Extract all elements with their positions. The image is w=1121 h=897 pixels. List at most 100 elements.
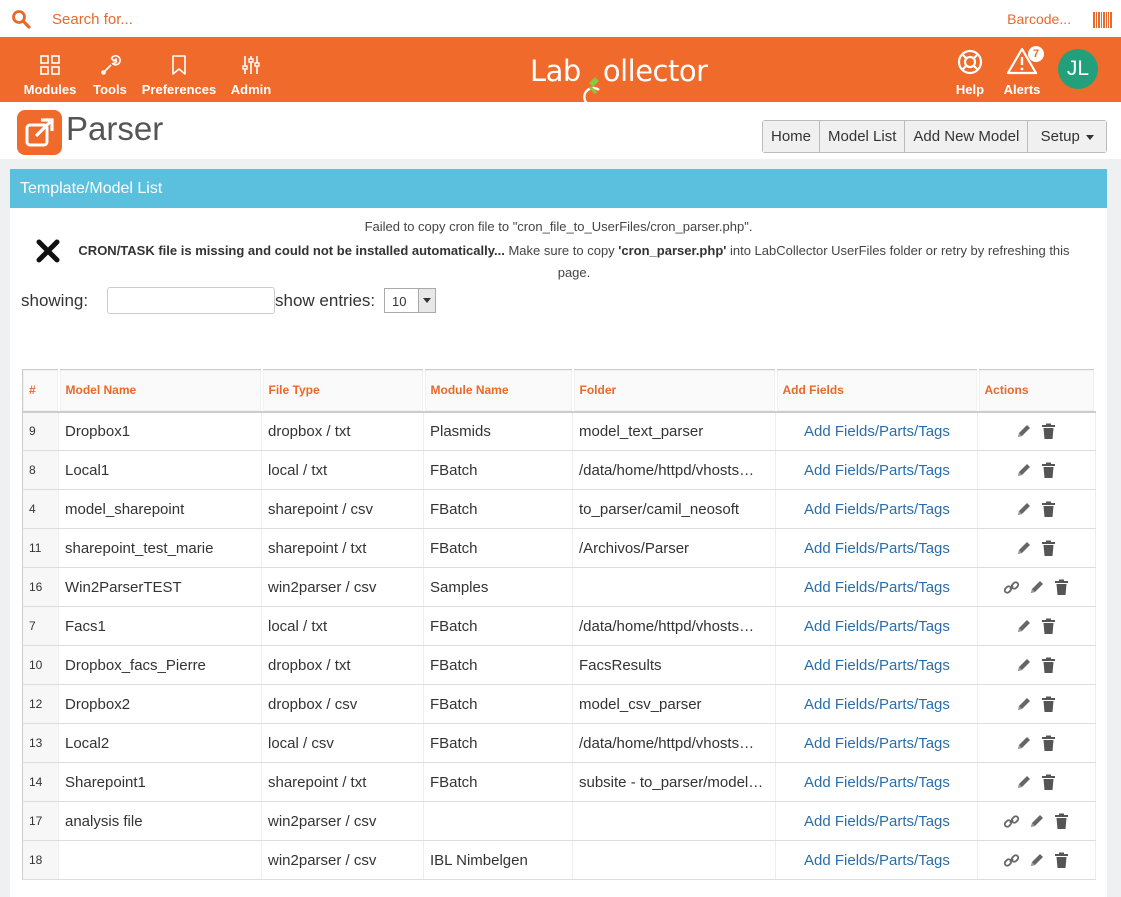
- nav-admin[interactable]: Admin: [226, 37, 276, 102]
- nav-tools[interactable]: Tools: [88, 37, 132, 102]
- row-id: 16: [22, 567, 59, 607]
- edit-pencil-icon[interactable]: [1015, 657, 1032, 674]
- barcode-link[interactable]: Barcode...: [1007, 11, 1071, 27]
- table-row[interactable]: 7 Facs1 local / txt FBatch/data/home/httpd/…: [22, 606, 1096, 646]
- table-row[interactable]: 17 analysis file win2parser / csv Add Field…: [22, 801, 1096, 841]
- model-list-button[interactable]: Model List: [820, 121, 906, 152]
- table-row[interactable]: 16 Win2ParserTEST win2parser / csv Samples A…: [22, 567, 1096, 607]
- logo-text-left: Lab: [530, 54, 581, 88]
- search-input[interactable]: [44, 6, 644, 32]
- table-row[interactable]: 18 win2parser / csv IBL Nimbelgen Add Field…: [22, 840, 1096, 880]
- add-fields-link[interactable]: Add Fields/Parts/Tags: [775, 489, 978, 529]
- col-file-type[interactable]: File Type: [261, 369, 425, 413]
- edit-pencil-icon[interactable]: [1028, 813, 1045, 830]
- row-file-type: sharepoint / txt: [261, 528, 424, 568]
- table-row[interactable]: 12 Dropbox2 dropbox / csv FBatch model_csv_p…: [22, 684, 1096, 724]
- trash-icon[interactable]: [1053, 579, 1070, 596]
- nav-tools-label: Tools: [93, 82, 127, 97]
- col-actions[interactable]: Actions: [977, 369, 1096, 413]
- edit-pencil-icon[interactable]: [1015, 696, 1032, 713]
- search-icon[interactable]: [11, 9, 31, 29]
- nav-modules[interactable]: Modules: [18, 37, 82, 102]
- model-table: # Model Name File Type Module Name Folde…: [22, 369, 1096, 880]
- table-row[interactable]: 4 model_sharepoint sharepoint / csv FBatch t…: [22, 489, 1096, 529]
- edit-pencil-icon[interactable]: [1015, 540, 1032, 557]
- trash-icon[interactable]: [1040, 696, 1057, 713]
- trash-icon[interactable]: [1040, 501, 1057, 518]
- table-row[interactable]: 14 Sharepoint1 sharepoint / txt FBatch subsi…: [22, 762, 1096, 802]
- row-folder: /data/home/httpd/vhosts…: [572, 606, 776, 646]
- col-module-name[interactable]: Module Name: [423, 369, 574, 413]
- link-icon[interactable]: [1003, 852, 1020, 869]
- setup-dropdown-button[interactable]: Setup: [1028, 121, 1107, 152]
- row-id: 11: [22, 528, 59, 568]
- edit-pencil-icon[interactable]: [1015, 774, 1032, 791]
- nav-help[interactable]: Help: [946, 37, 994, 102]
- edit-pencil-icon[interactable]: [1015, 462, 1032, 479]
- row-actions: [977, 567, 1096, 607]
- row-id: 4: [22, 489, 59, 529]
- trash-icon[interactable]: [1040, 657, 1057, 674]
- barcode-icon[interactable]: [1093, 12, 1112, 28]
- user-avatar[interactable]: JL: [1058, 49, 1098, 89]
- trash-icon[interactable]: [1053, 813, 1070, 830]
- showing-filter-input[interactable]: [107, 287, 275, 314]
- edit-pencil-icon[interactable]: [1015, 618, 1032, 635]
- add-fields-link[interactable]: Add Fields/Parts/Tags: [775, 606, 978, 646]
- link-icon[interactable]: [1003, 579, 1020, 596]
- col-add-fields[interactable]: Add Fields: [775, 369, 979, 413]
- lifebuoy-icon: [957, 49, 983, 75]
- row-module-name: Samples: [423, 567, 573, 607]
- add-fields-link[interactable]: Add Fields/Parts/Tags: [775, 528, 978, 568]
- edit-pencil-icon[interactable]: [1015, 423, 1032, 440]
- table-row[interactable]: 10 Dropbox_facs_Pierre dropbox / txt FBatch…: [22, 645, 1096, 685]
- trash-icon[interactable]: [1040, 774, 1057, 791]
- trash-icon[interactable]: [1040, 423, 1057, 440]
- trash-icon[interactable]: [1053, 852, 1070, 869]
- row-actions: [977, 450, 1096, 490]
- col-number[interactable]: #: [22, 369, 60, 413]
- row-file-type: local / csv: [261, 723, 424, 763]
- edit-pencil-icon[interactable]: [1028, 852, 1045, 869]
- row-id: 7: [22, 606, 59, 646]
- edit-pencil-icon[interactable]: [1015, 501, 1032, 518]
- row-module-name: FBatch: [423, 762, 573, 802]
- add-fields-link[interactable]: Add Fields/Parts/Tags: [775, 801, 978, 841]
- entries-select[interactable]: 10: [384, 288, 436, 313]
- link-icon[interactable]: [1003, 813, 1020, 830]
- table-row[interactable]: 13 Local2 local / csv FBatch/data/home/http…: [22, 723, 1096, 763]
- trash-icon[interactable]: [1040, 540, 1057, 557]
- edit-pencil-icon[interactable]: [1028, 579, 1045, 596]
- row-file-type: win2parser / csv: [261, 567, 424, 607]
- row-id: 12: [22, 684, 59, 724]
- add-fields-link[interactable]: Add Fields/Parts/Tags: [775, 645, 978, 685]
- add-fields-link[interactable]: Add Fields/Parts/Tags: [775, 684, 978, 724]
- trash-icon[interactable]: [1040, 618, 1057, 635]
- trash-icon[interactable]: [1040, 462, 1057, 479]
- add-fields-link[interactable]: Add Fields/Parts/Tags: [775, 567, 978, 607]
- bookmark-icon: [172, 55, 186, 75]
- table-row[interactable]: 9 Dropbox1 dropbox / txt Plasmids model_text…: [22, 411, 1096, 451]
- row-folder: /Archivos/Parser: [572, 528, 776, 568]
- labcollector-logo[interactable]: Lab ollector: [530, 54, 708, 108]
- page-title: Parser: [66, 110, 164, 147]
- add-fields-link[interactable]: Add Fields/Parts/Tags: [775, 840, 978, 880]
- add-fields-link[interactable]: Add Fields/Parts/Tags: [775, 450, 978, 490]
- trash-icon[interactable]: [1040, 735, 1057, 752]
- row-folder: /data/home/httpd/vhosts…: [572, 450, 776, 490]
- row-folder: subsite - to_parser/model…: [572, 762, 776, 802]
- table-row[interactable]: 11 sharepoint_test_marie sharepoint / txt F…: [22, 528, 1096, 568]
- logo-text-right: ollector: [602, 54, 708, 88]
- add-fields-link[interactable]: Add Fields/Parts/Tags: [775, 762, 978, 802]
- showing-label: showing:: [21, 291, 89, 310]
- add-fields-link[interactable]: Add Fields/Parts/Tags: [775, 411, 978, 451]
- col-folder[interactable]: Folder: [572, 369, 777, 413]
- table-row[interactable]: 8 Local1 local / txt FBatch/data/home/httpd…: [22, 450, 1096, 490]
- add-new-model-button[interactable]: Add New Model: [905, 121, 1029, 152]
- home-button[interactable]: Home: [763, 121, 821, 152]
- add-fields-link[interactable]: Add Fields/Parts/Tags: [775, 723, 978, 763]
- col-model-name[interactable]: Model Name: [58, 369, 263, 413]
- row-model-name: Local1: [58, 450, 262, 490]
- edit-pencil-icon[interactable]: [1015, 735, 1032, 752]
- nav-preferences[interactable]: Preferences: [140, 37, 218, 102]
